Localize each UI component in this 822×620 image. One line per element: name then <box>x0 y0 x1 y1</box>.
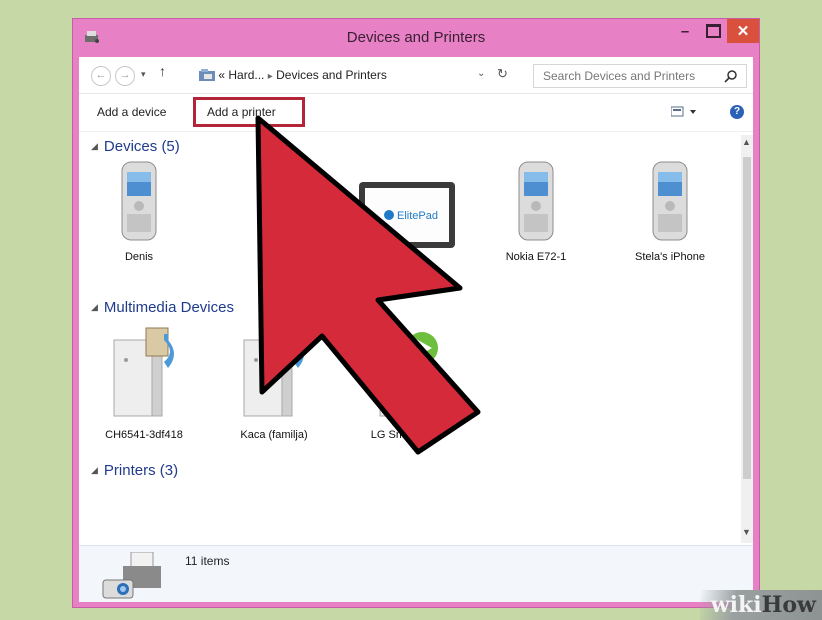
phone-icon <box>121 161 157 241</box>
media-server-icon <box>113 327 174 417</box>
watermark-wiki: wiki <box>710 592 762 618</box>
device-label: CH6541-3df418 <box>105 429 183 441</box>
maximize-icon <box>705 24 721 38</box>
scrollbar-thumb[interactable] <box>743 157 751 479</box>
collapse-triangle-icon: ◢ <box>91 302 98 312</box>
collapse-triangle-icon: ◢ <box>91 465 98 475</box>
maximize-button[interactable] <box>699 19 727 43</box>
device-item[interactable]: Nokia E72-1 <box>481 160 591 263</box>
control-panel-folder-icon <box>199 69 215 81</box>
device-label: Stela's iPhone <box>635 251 705 263</box>
address-bar[interactable]: « Hard... ▸ Devices and Printers <box>199 64 499 86</box>
address-dropdown-icon[interactable]: ⌄ <box>477 68 485 79</box>
group-title-devices: Devices (5) <box>103 138 180 155</box>
device-item[interactable]: Stela's iPhone <box>615 160 725 263</box>
command-bar: Add a device Add a printer ? <box>79 93 753 132</box>
group-title-multimedia: Multimedia Devices <box>103 299 234 316</box>
media-player-icon <box>379 332 438 417</box>
forward-arrow-icon[interactable]: → <box>115 66 135 86</box>
devices-and-printers-window: Devices and Printers – ✕ ← → ▾ ↑ « Hard.… <box>72 18 760 608</box>
breadcrumb-parent[interactable]: Hard... <box>228 68 264 82</box>
navigation-bar: ← → ▾ ↑ « Hard... ▸ Devices and Printers… <box>79 57 753 94</box>
media-server-icon <box>243 327 304 417</box>
device-item[interactable]: Kaca (familja) <box>219 322 329 441</box>
device-label: Denis <box>124 251 154 263</box>
group-header-multimedia[interactable]: ◢ Multimedia Devices <box>91 299 234 316</box>
breadcrumb-separator: ▸ <box>267 71 273 82</box>
title-bar[interactable]: Devices and Printers – ✕ <box>73 19 759 57</box>
device-item[interactable]: LG Smart+ TV <box>351 322 461 441</box>
tablet-icon: ElitePad <box>359 182 455 248</box>
scroll-down-icon[interactable]: ▼ <box>742 527 751 537</box>
wikihow-watermark: wiki How <box>700 590 822 620</box>
minimize-button[interactable]: – <box>671 19 699 43</box>
phone-icon <box>518 161 554 241</box>
close-button[interactable]: ✕ <box>727 19 759 43</box>
search-input[interactable]: Search Devices and Printers <box>533 64 747 88</box>
breadcrumb-current[interactable]: Devices and Printers <box>276 68 387 82</box>
device-item[interactable] <box>215 160 325 164</box>
collapse-triangle-icon: ◢ <box>91 141 98 151</box>
device-list: ◢ Devices (5) Denis ElitePad Nokia E72-1… <box>79 132 753 544</box>
scroll-up-icon[interactable]: ▲ <box>742 137 751 147</box>
item-count: 11 items <box>185 554 230 568</box>
group-header-printers[interactable]: ◢ Printers (3) <box>91 462 178 479</box>
device-item[interactable]: Denis <box>84 160 194 263</box>
breadcrumb-prefix: « <box>218 68 226 82</box>
tablet-brand: ElitePad <box>397 210 438 222</box>
up-arrow-icon[interactable]: ↑ <box>159 63 166 79</box>
search-placeholder: Search Devices and Printers <box>543 69 696 83</box>
device-item[interactable]: CH6541-3df418 <box>89 322 199 441</box>
window-body: ← → ▾ ↑ « Hard... ▸ Devices and Printers… <box>79 57 753 602</box>
add-printer-button[interactable]: Add a printer <box>207 105 276 119</box>
search-icon[interactable] <box>724 69 738 83</box>
watermark-how: How <box>761 592 816 618</box>
vertical-scrollbar[interactable]: ▲ ▼ <box>741 135 753 543</box>
help-icon[interactable]: ? <box>730 105 744 119</box>
device-label: Nokia E72-1 <box>505 251 567 263</box>
phone-icon <box>652 161 688 241</box>
recent-locations-chevron-icon[interactable]: ▾ <box>141 69 146 80</box>
details-pane: 11 items <box>79 545 753 602</box>
device-item[interactable]: ElitePad <box>347 180 467 259</box>
window-title: Devices and Printers <box>346 29 486 46</box>
device-label: Kaca (familja) <box>240 429 308 441</box>
devices-printers-large-icon <box>102 552 161 599</box>
group-header-devices[interactable]: ◢ Devices (5) <box>91 138 180 155</box>
change-view-icon[interactable] <box>671 106 701 118</box>
refresh-icon[interactable]: ↻ <box>497 66 508 82</box>
device-label: LG Smart+ TV <box>370 429 442 441</box>
back-arrow-icon[interactable]: ← <box>91 66 111 86</box>
group-title-printers: Printers (3) <box>103 462 179 479</box>
add-device-button[interactable]: Add a device <box>97 105 166 119</box>
